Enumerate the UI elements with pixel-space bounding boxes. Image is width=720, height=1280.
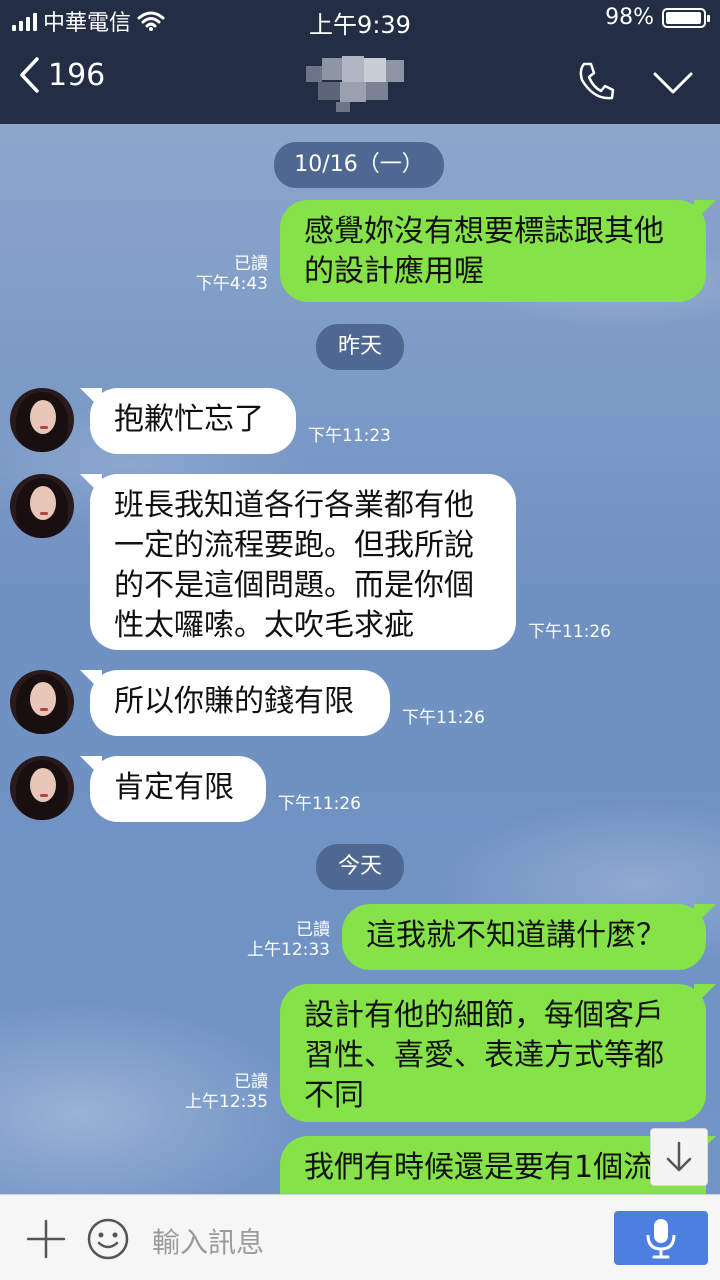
read-receipt: 已讀 [234,254,268,274]
incoming-message[interactable]: 班長我知道各行各業都有他 一定的流程要跑。但我所說 的不是這個問題。而是你個 性… [80,474,516,650]
microphone-icon [646,1219,676,1259]
avatar[interactable] [10,670,74,734]
message-line: 抱歉忙忘了 [114,402,264,437]
message-line: 這我就不知道講什麼？ [366,918,666,953]
message-line: 班長我知道各行各業都有他 [114,488,474,523]
back-button[interactable]: 196 [18,56,105,94]
chat-header: 196 [0,40,720,124]
message-line: 習性、喜愛、表達方式等都 [304,1038,664,1073]
message-meta: 已讀 上午12:35 [160,1072,268,1112]
message-meta: 已讀 上午12:33 [220,920,330,960]
message-input[interactable]: 輸入訊息 [152,1221,264,1261]
message-time: 上午12:33 [247,940,330,960]
message-line: 感覺妳沒有想要標誌跟其他 [304,214,664,249]
message-time: 下午11:26 [278,794,361,814]
message-time: 上午12:35 [185,1092,268,1112]
date-separator: 今天 [316,844,404,890]
message-line: 我們有時候還是要有1個流 [304,1150,654,1185]
battery: 98% [605,5,710,30]
message-line: 不同 [304,1078,364,1113]
message-line: 肯定有限 [114,770,234,805]
chat-area[interactable]: 10/16（一） 已讀 下午4:43 感覺妳沒有想要標誌跟其他 的設計應用喔 昨… [0,124,720,1194]
date-separator: 昨天 [316,324,404,370]
battery-percent: 98% [605,5,654,30]
arrow-down-icon [666,1141,692,1172]
outgoing-message[interactable]: 我們有時候還是要有1個流 [280,1136,706,1194]
phone-icon[interactable] [576,60,616,102]
date-separator: 10/16（一） [274,142,444,188]
message-meta: 已讀 下午4:43 [160,254,268,294]
read-receipt: 已讀 [296,920,330,940]
message-line: 的設計應用喔 [304,254,484,289]
message-time: 下午11:26 [402,708,485,728]
back-chevron-icon [20,57,39,93]
read-receipt: 已讀 [234,1072,268,1092]
scroll-to-bottom-button[interactable] [650,1128,708,1186]
chevron-down-icon[interactable] [652,70,694,96]
incoming-message[interactable]: 所以你賺的錢有限 [80,670,390,736]
message-line: 所以你賺的錢有限 [114,684,354,719]
incoming-message[interactable]: 肯定有限 [80,756,266,822]
status-bar: 中華電信 上午9:39 98% [0,0,720,40]
outgoing-message[interactable]: 設計有他的細節，每個客戶 習性、喜愛、表達方式等都 不同 [280,984,706,1122]
incoming-message[interactable]: 抱歉忙忘了 [80,388,296,454]
avatar[interactable] [10,756,74,820]
unread-count: 196 [48,57,106,93]
outgoing-message[interactable]: 感覺妳沒有想要標誌跟其他 的設計應用喔 [280,200,706,302]
voice-input-button[interactable] [614,1211,708,1265]
message-line: 一定的流程要跑。但我所說 [114,528,474,563]
message-line: 性太囉嗦。太吹毛求疵 [114,608,414,643]
message-time: 下午11:26 [528,622,611,642]
avatar[interactable] [10,474,74,538]
emoji-icon[interactable] [86,1217,130,1261]
message-time: 下午11:23 [308,426,391,446]
avatar[interactable] [10,388,74,452]
battery-icon [662,7,710,28]
message-line: 設計有他的細節，每個客戶 [304,998,664,1033]
plus-icon[interactable] [26,1219,66,1259]
outgoing-message[interactable]: 這我就不知道講什麼？ [342,904,706,970]
message-input-bar: 輸入訊息 [0,1194,720,1280]
message-line: 的不是這個問題。而是你個 [114,568,474,603]
message-time: 下午4:43 [195,274,268,294]
contact-name-pixelated [306,56,406,112]
